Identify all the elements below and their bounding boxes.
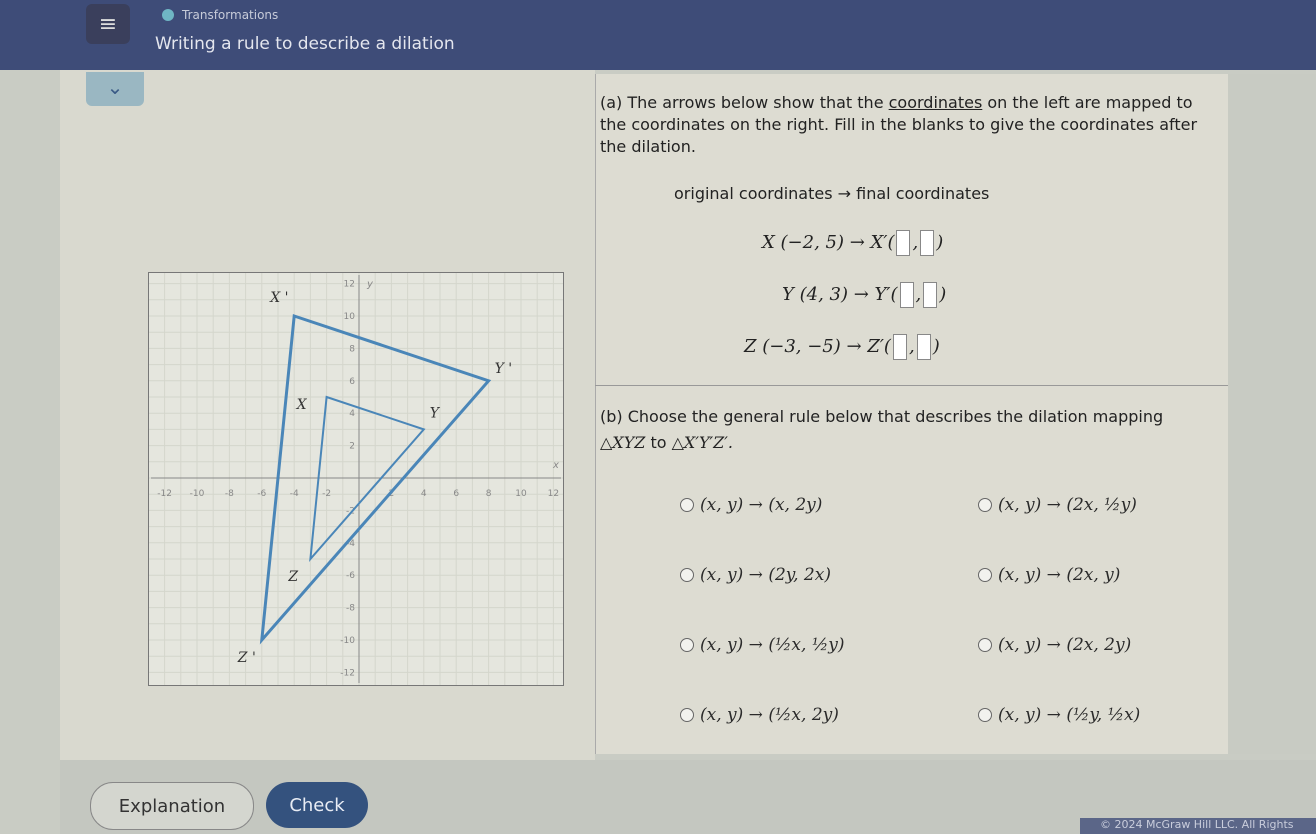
radio-button[interactable]	[978, 638, 992, 652]
image-point-label: Y′	[874, 284, 891, 305]
radio-button[interactable]	[978, 708, 992, 722]
radio-button[interactable]	[680, 638, 694, 652]
x-tick-label: 6	[453, 489, 459, 499]
rule-option[interactable]: (x, y) → (2x, y)	[978, 565, 1120, 585]
topic-dot-icon	[162, 9, 174, 21]
arrow-icon: →	[837, 184, 852, 203]
radio-button[interactable]	[680, 708, 694, 722]
collapse-button[interactable]: ⌄	[86, 72, 144, 106]
vertex-label: Z '	[237, 650, 256, 666]
x-tick-label: -2	[322, 489, 331, 499]
rule-option-text: (x, y) → (½y, ½x)	[998, 705, 1141, 725]
part-b-label: (b)	[600, 407, 623, 426]
x-tick-label: -10	[190, 489, 205, 499]
rule-option[interactable]: (x, y) → (2x, ½y)	[978, 495, 1137, 515]
image-point-label: Z′	[867, 336, 884, 357]
triangle-image: △X′Y′Z′.	[671, 433, 733, 452]
y-tick-label: 12	[344, 280, 355, 290]
rule-option[interactable]: (x, y) → (2y, 2x)	[680, 565, 831, 585]
instruction-text: Choose the general rule below that descr…	[627, 407, 1164, 426]
topic-label: Transformations	[162, 8, 278, 22]
vertex-label: X '	[269, 290, 288, 306]
divider	[595, 385, 1228, 386]
original-point: Y (4, 3)	[782, 284, 848, 305]
y-tick-label: -6	[346, 571, 355, 581]
part-a-instruction: (a) The arrows below show that the coord…	[600, 92, 1200, 158]
y-axis-label: y	[366, 279, 374, 290]
radio-button[interactable]	[680, 498, 694, 512]
x-tick-label: -12	[157, 489, 172, 499]
x-tick-label: 10	[515, 489, 527, 499]
x-axis-label: x	[552, 460, 559, 471]
rule-option-text: (x, y) → (½x, 2y)	[700, 705, 839, 725]
rule-option-text: (x, y) → (2x, ½y)	[998, 495, 1137, 515]
image-point-label: X′	[870, 232, 888, 253]
page-title: Writing a rule to describe a dilation	[155, 34, 455, 54]
copyright: © 2024 McGraw Hill LLC. All Rights	[1080, 818, 1316, 834]
rule-option[interactable]: (x, y) → (½x, ½y)	[680, 635, 845, 655]
radio-button[interactable]	[680, 568, 694, 582]
y-tick-label: 10	[344, 312, 356, 322]
part-a-label: (a)	[600, 93, 623, 112]
hamburger-icon: ≡	[98, 11, 118, 37]
x-coordinate-input[interactable]	[899, 282, 914, 308]
y-tick-label: -8	[346, 604, 355, 614]
x-tick-label: -4	[290, 489, 299, 499]
y-tick-label: -12	[340, 668, 355, 678]
rule-option[interactable]: (x, y) → (2x, 2y)	[978, 635, 1131, 655]
vertex-label: Y '	[495, 361, 513, 377]
original-point: X (−2, 5)	[762, 232, 845, 253]
x-tick-label: 12	[548, 489, 559, 499]
triangle-original: △XYZ	[600, 433, 646, 452]
mapping-row: X (−2, 5) → X′(,)	[762, 230, 943, 256]
rule-option[interactable]: (x, y) → (½y, ½x)	[978, 705, 1140, 725]
part-b-instruction: (b) Choose the general rule below that d…	[600, 404, 1200, 456]
coordinate-graph: -12 -12 -10 -10 -8 -8 -6 -6 -4 -4 -2 -2 2 2 4 4 6 6 8 8 10 10…	[148, 272, 564, 686]
vertex-label: X	[296, 397, 308, 413]
coordinates-link[interactable]: coordinates	[889, 93, 983, 112]
x-coordinate-input[interactable]	[896, 230, 911, 256]
y-tick-label: 4	[349, 409, 355, 419]
y-tick-label: -10	[340, 636, 355, 646]
y-coordinate-input[interactable]	[920, 230, 935, 256]
chevron-down-icon: ⌄	[106, 75, 124, 99]
to-word: to	[650, 433, 667, 452]
menu-button[interactable]: ≡	[86, 4, 130, 44]
graph-svg: -12-12-10-10-8-8-6-6-4-4-2-2224466881010…	[149, 273, 563, 685]
y-tick-label: 6	[349, 377, 355, 387]
x-tick-label: 8	[486, 489, 492, 499]
x-tick-label: 4	[421, 489, 427, 499]
vertex-label: Z	[287, 569, 298, 585]
rule-option[interactable]: (x, y) → (x, 2y)	[680, 495, 822, 515]
x-tick-label: -6	[257, 489, 266, 499]
mapping-row: Z (−3, −5) → Z′(,)	[744, 334, 940, 360]
original-point: Z (−3, −5)	[744, 336, 841, 357]
rule-option-text: (x, y) → (2x, y)	[998, 565, 1121, 585]
right-margin	[1228, 74, 1316, 754]
instruction-text: The arrows below show that the	[627, 93, 889, 112]
x-tick-label: -8	[225, 489, 234, 499]
rule-option-text: (x, y) → (½x, ½y)	[700, 635, 845, 655]
radio-button[interactable]	[978, 568, 992, 582]
y-tick-label: 8	[349, 344, 355, 354]
explanation-button[interactable]: Explanation	[90, 782, 254, 830]
check-button[interactable]: Check	[266, 782, 368, 828]
rule-option-text: (x, y) → (2x, 2y)	[998, 635, 1132, 655]
mapping-heading: original coordinates → final coordinates	[674, 184, 989, 203]
heading-original: original coordinates	[674, 184, 833, 203]
rule-option[interactable]: (x, y) → (½x, 2y)	[680, 705, 839, 725]
y-tick-label: 2	[349, 442, 355, 452]
mapping-row: Y (4, 3) → Y′(,)	[782, 282, 946, 308]
radio-button[interactable]	[978, 498, 992, 512]
y-coordinate-input[interactable]	[923, 282, 938, 308]
rule-option-text: (x, y) → (2y, 2x)	[700, 565, 831, 585]
y-coordinate-input[interactable]	[916, 334, 931, 360]
rule-option-text: (x, y) → (x, 2y)	[700, 495, 823, 515]
x-coordinate-input[interactable]	[892, 334, 907, 360]
y-tick-label: -2	[346, 506, 355, 516]
heading-final: final coordinates	[856, 184, 990, 203]
topic-text: Transformations	[182, 8, 279, 22]
